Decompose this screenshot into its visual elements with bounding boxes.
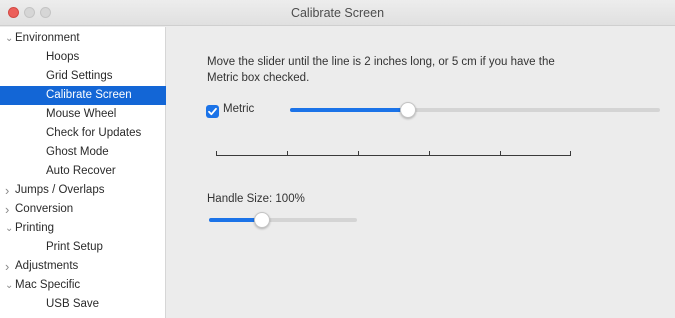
sidebar-item-label: Ghost Mode: [46, 146, 109, 158]
metric-checkbox[interactable]: [206, 105, 219, 118]
sidebar-item[interactable]: Check for Updates: [0, 124, 166, 143]
preferences-window: Calibrate Screen ⌄ Environment Hoops Grid S…: [0, 0, 675, 318]
chevron-down-icon[interactable]: ⌄: [5, 29, 15, 48]
sidebar-item-label: Printing: [15, 222, 54, 234]
sidebar-item-label: Calibrate Screen: [46, 89, 132, 101]
calibration-slider-knob[interactable]: [400, 102, 416, 118]
ruler-tick: [287, 151, 288, 156]
calibrate-screen-panel: Move the slider until the line is 2 inch…: [167, 27, 675, 318]
ruler-tick: [216, 151, 217, 156]
window-title: Calibrate Screen: [290, 6, 385, 20]
chevron-down-icon[interactable]: ⌄: [5, 276, 15, 295]
sidebar-item-label: Jumps / Overlaps: [15, 184, 105, 196]
ruler-tick: [570, 151, 571, 156]
sidebar-item[interactable]: Print Setup: [0, 238, 166, 257]
sidebar-item-label: Auto Recover: [46, 165, 116, 177]
sidebar-item[interactable]: Grid Settings: [0, 67, 166, 86]
ruler-tick: [429, 151, 430, 156]
chevron-right-icon[interactable]: ›: [5, 200, 15, 219]
handle-size-slider[interactable]: [209, 212, 357, 228]
ruler-baseline: [216, 155, 571, 156]
sidebar-item-label: Print Setup: [46, 241, 103, 253]
sidebar-item[interactable]: Auto Recover: [0, 162, 166, 181]
sidebar-item-label: Mouse Wheel: [46, 108, 117, 120]
calibration-slider-fill: [290, 108, 408, 112]
sidebar-item-label: Mac Specific: [15, 279, 81, 291]
sidebar-item-label: Grid Settings: [46, 70, 113, 82]
sidebar-item-label: Hoops: [46, 51, 80, 63]
sidebar-item[interactable]: Ghost Mode: [0, 143, 166, 162]
sidebar-item-label: Check for Updates: [46, 127, 142, 139]
sidebar-item[interactable]: › Adjustments: [0, 257, 166, 276]
calibration-ruler-line: [216, 146, 571, 156]
sidebar-item[interactable]: ⌄ Printing: [0, 219, 166, 238]
sidebar-item-label: USB Save: [46, 298, 100, 310]
calibration-instructions: Move the slider until the line is 2 inch…: [207, 56, 555, 84]
sidebar-item-label: Adjustments: [15, 260, 79, 272]
chevron-right-icon[interactable]: ›: [5, 181, 15, 200]
ruler-tick: [500, 151, 501, 156]
handle-size-label: Handle Size: 100%: [207, 193, 305, 205]
chevron-down-icon[interactable]: ⌄: [5, 219, 15, 238]
sidebar-item[interactable]: › Jumps / Overlaps: [0, 181, 166, 200]
ruler-tick: [358, 151, 359, 156]
checkmark-icon: [208, 107, 217, 116]
calibration-slider[interactable]: [290, 102, 660, 118]
chevron-right-icon[interactable]: ›: [5, 257, 15, 276]
sidebar-item[interactable]: ⌄ Mac Specific: [0, 276, 166, 295]
sidebar-item[interactable]: ⌄ Environment: [0, 29, 166, 48]
title-bar: Calibrate Screen: [0, 0, 675, 26]
sidebar-item[interactable]: USB Save: [0, 295, 166, 314]
sidebar-item[interactable]: Calibrate Screen: [0, 86, 166, 105]
handle-size-slider-knob[interactable]: [254, 212, 270, 228]
sidebar-item[interactable]: Mouse Wheel: [0, 105, 166, 124]
sidebar-item[interactable]: Hoops: [0, 48, 166, 67]
preferences-sidebar: ⌄ Environment Hoops Grid Settings Calibrate …: [0, 27, 166, 318]
sidebar-item[interactable]: › Conversion: [0, 200, 166, 219]
sidebar-item-label: Conversion: [15, 203, 74, 215]
metric-label: Metric: [223, 103, 255, 115]
sidebar-item-label: Environment: [15, 32, 80, 44]
